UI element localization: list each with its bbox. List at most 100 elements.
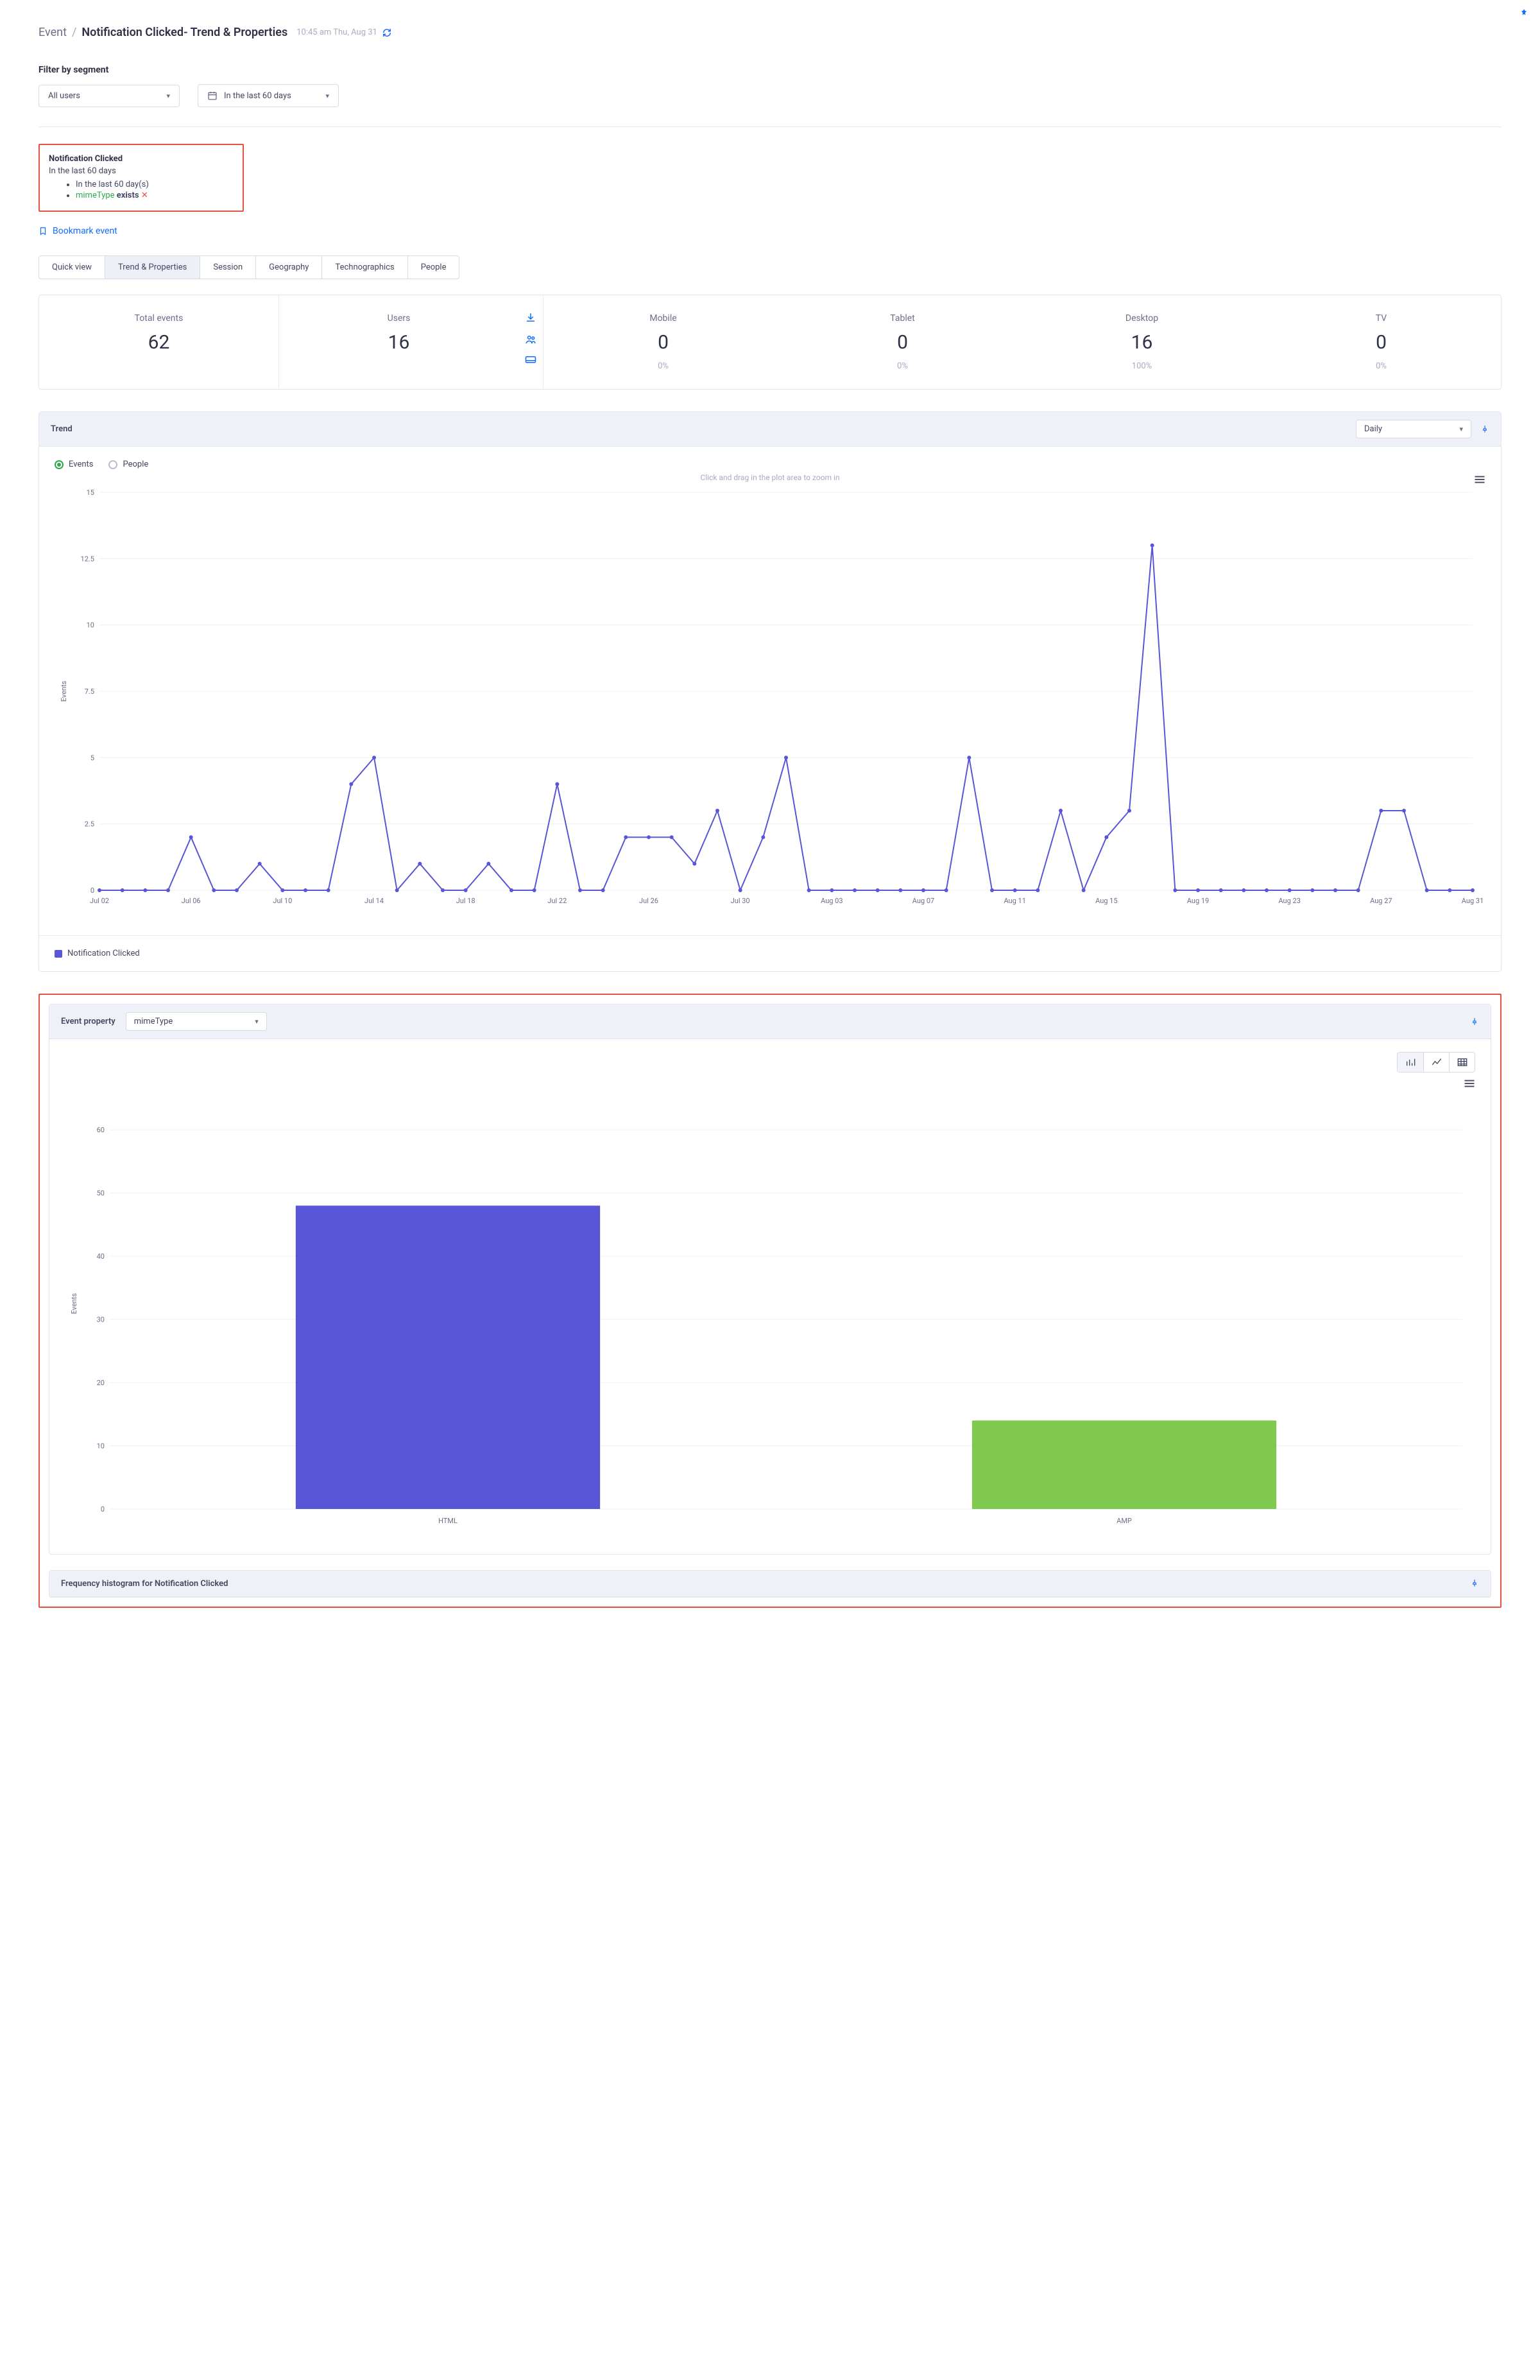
- stat-value: 0: [789, 331, 1016, 354]
- svg-text:Jul 10: Jul 10: [273, 897, 292, 905]
- bar-chart-icon[interactable]: [1398, 1053, 1423, 1072]
- svg-text:Jul 18: Jul 18: [456, 897, 475, 905]
- svg-text:Aug 23: Aug 23: [1278, 897, 1300, 905]
- svg-text:5: 5: [90, 754, 94, 762]
- stat-value: 16: [1029, 331, 1255, 354]
- stat-value: 62: [46, 331, 272, 354]
- radio-events[interactable]: Events: [55, 460, 93, 469]
- date-range-value: In the last 60 days: [224, 91, 319, 101]
- chart-menu-icon[interactable]: [1464, 1079, 1475, 1088]
- radio-label: People: [123, 460, 148, 469]
- tab-session[interactable]: Session: [200, 255, 256, 279]
- svg-text:0: 0: [101, 1505, 105, 1513]
- trend-panel: Trend Daily ▾ Events People: [38, 411, 1502, 972]
- svg-text:Jul 02: Jul 02: [90, 897, 109, 905]
- event-property-callout: Event property mimeType ▾: [38, 994, 1502, 1608]
- tab-technographics[interactable]: Technographics: [321, 255, 407, 279]
- calendar-icon: [207, 91, 218, 101]
- tab-trend-properties[interactable]: Trend & Properties: [105, 255, 200, 279]
- stat-users: Users 16: [279, 295, 518, 389]
- stat-label: Tablet: [789, 313, 1016, 323]
- users-icon[interactable]: [525, 334, 536, 345]
- property-select[interactable]: mimeType ▾: [126, 1012, 267, 1031]
- filter-item: mimeType exists ✕: [76, 191, 231, 200]
- svg-text:Aug 31: Aug 31: [1462, 897, 1484, 905]
- svg-text:Aug 07: Aug 07: [912, 897, 934, 905]
- svg-text:Aug 03: Aug 03: [821, 897, 843, 905]
- refresh-icon[interactable]: [382, 28, 391, 37]
- trend-chart[interactable]: 02.557.51012.515Jul 02Jul 06Jul 10Jul 14…: [55, 486, 1485, 922]
- trend-legend: Notification Clicked: [39, 935, 1501, 971]
- property-value: mimeType: [134, 1017, 248, 1026]
- stat-label: Total events: [46, 313, 272, 323]
- svg-text:40: 40: [97, 1252, 105, 1261]
- stat-desktop: Desktop 16 100%: [1022, 295, 1262, 389]
- svg-text:2.5: 2.5: [85, 820, 94, 829]
- event-property-chart[interactable]: 0102030405060HTMLAMPEvents: [65, 1092, 1475, 1541]
- tab-people[interactable]: People: [407, 255, 460, 279]
- radio-people[interactable]: People: [108, 460, 148, 469]
- svg-text:Aug 15: Aug 15: [1095, 897, 1117, 905]
- filter-operator: exists: [117, 191, 139, 200]
- line-chart-icon[interactable]: [1423, 1053, 1449, 1072]
- tab-quick-view[interactable]: Quick view: [38, 255, 105, 279]
- svg-text:Jul 22: Jul 22: [547, 897, 567, 905]
- stat-pct: 100%: [1029, 361, 1255, 371]
- pin-icon[interactable]: [1519, 8, 1528, 18]
- pin-icon[interactable]: [1470, 1578, 1479, 1589]
- tab-geography[interactable]: Geography: [255, 255, 322, 279]
- stat-value: 0: [550, 331, 776, 354]
- svg-text:Jul 30: Jul 30: [731, 897, 750, 905]
- pin-icon[interactable]: [1480, 424, 1489, 435]
- stats-panel: Total events 62 Users 16 Mobile 0 0% Tab…: [38, 295, 1502, 390]
- bookmark-event-button[interactable]: Bookmark event: [38, 226, 1502, 236]
- granularity-value: Daily: [1364, 424, 1453, 434]
- breadcrumb-root[interactable]: Event: [38, 26, 67, 39]
- granularity-select[interactable]: Daily ▾: [1356, 420, 1471, 438]
- stat-pct: 0%: [550, 361, 776, 371]
- breadcrumb: Event / Notification Clicked- Trend & Pr…: [38, 26, 1502, 39]
- bookmark-label: Bookmark event: [53, 226, 117, 236]
- remove-filter-icon[interactable]: ✕: [141, 191, 148, 200]
- chevron-down-icon: ▾: [166, 92, 170, 100]
- legend-label: Notification Clicked: [67, 949, 140, 958]
- svg-text:Events: Events: [70, 1293, 78, 1314]
- chart-menu-icon[interactable]: [1474, 475, 1485, 484]
- svg-text:Jul 06: Jul 06: [182, 897, 201, 905]
- svg-text:Jul 26: Jul 26: [639, 897, 658, 905]
- svg-text:7.5: 7.5: [85, 687, 94, 696]
- stat-label: Users: [286, 313, 512, 323]
- panel-title: Event property: [61, 1017, 116, 1026]
- svg-text:0: 0: [90, 886, 94, 895]
- svg-text:Events: Events: [60, 680, 68, 702]
- stat-mobile: Mobile 0 0%: [543, 295, 783, 389]
- filter-label: Filter by segment: [38, 65, 1502, 75]
- table-icon[interactable]: [1449, 1053, 1475, 1072]
- download-icon[interactable]: [525, 312, 536, 323]
- filter-item: In the last 60 day(s): [76, 180, 231, 189]
- stat-label: Mobile: [550, 313, 776, 323]
- svg-text:12.5: 12.5: [81, 555, 94, 563]
- svg-text:Aug 19: Aug 19: [1187, 897, 1209, 905]
- panel-title: Trend: [51, 424, 73, 434]
- date-range-select[interactable]: In the last 60 days ▾: [198, 84, 339, 107]
- radio-label: Events: [69, 460, 93, 469]
- stat-value: 0: [1268, 331, 1494, 354]
- stat-tablet: Tablet 0 0%: [783, 295, 1022, 389]
- pin-icon[interactable]: [1470, 1017, 1479, 1027]
- legend-swatch: [55, 950, 62, 958]
- chevron-down-icon: ▾: [325, 92, 329, 100]
- svg-text:10: 10: [97, 1442, 105, 1451]
- page-timestamp: 10:45 am Thu, Aug 31: [296, 28, 377, 37]
- svg-text:10: 10: [87, 621, 94, 630]
- svg-text:Aug 11: Aug 11: [1004, 897, 1025, 905]
- svg-text:15: 15: [87, 488, 94, 497]
- panel-title: Frequency histogram for Notification Cli…: [61, 1579, 228, 1589]
- stat-total-events: Total events 62: [39, 295, 279, 389]
- segment-select[interactable]: All users ▾: [38, 85, 180, 107]
- event-range: In the last 60 days: [49, 166, 231, 176]
- chevron-down-icon: ▾: [255, 1017, 259, 1026]
- filter-property: mimeType: [76, 191, 115, 200]
- device-icon[interactable]: [525, 356, 536, 365]
- view-tabs: Quick view Trend & Properties Session Ge…: [38, 255, 1502, 279]
